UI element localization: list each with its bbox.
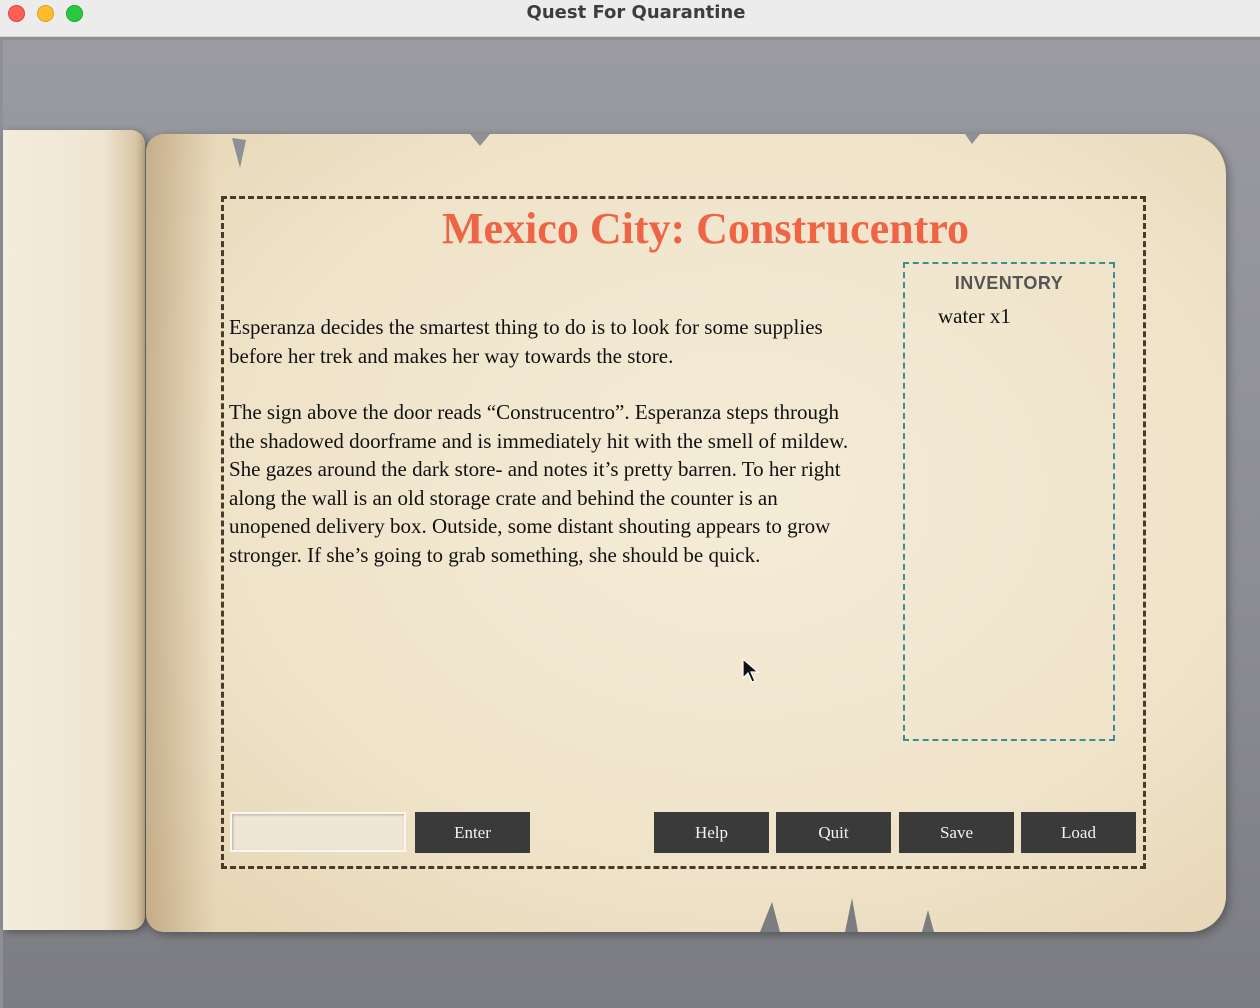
- inventory-title: INVENTORY: [954, 273, 1064, 293]
- story-text: Esperanza decides the smartest thing to …: [229, 313, 854, 597]
- command-input[interactable]: [230, 812, 406, 852]
- story-paragraph: Esperanza decides the smartest thing to …: [229, 315, 823, 368]
- help-button[interactable]: Help: [654, 812, 769, 853]
- quit-button[interactable]: Quit: [776, 812, 891, 853]
- location-title: Mexico City: Construcentro: [442, 204, 970, 253]
- mouse-pointer-icon: [742, 658, 760, 683]
- enter-button[interactable]: Enter: [415, 812, 530, 853]
- save-button[interactable]: Save: [899, 812, 1014, 853]
- inventory-panel: INVENTORY water x1: [903, 262, 1115, 741]
- load-button[interactable]: Load: [1021, 812, 1136, 853]
- story-paragraph: The sign above the door reads “Construce…: [229, 400, 849, 567]
- inventory-item[interactable]: water x1: [938, 304, 1011, 329]
